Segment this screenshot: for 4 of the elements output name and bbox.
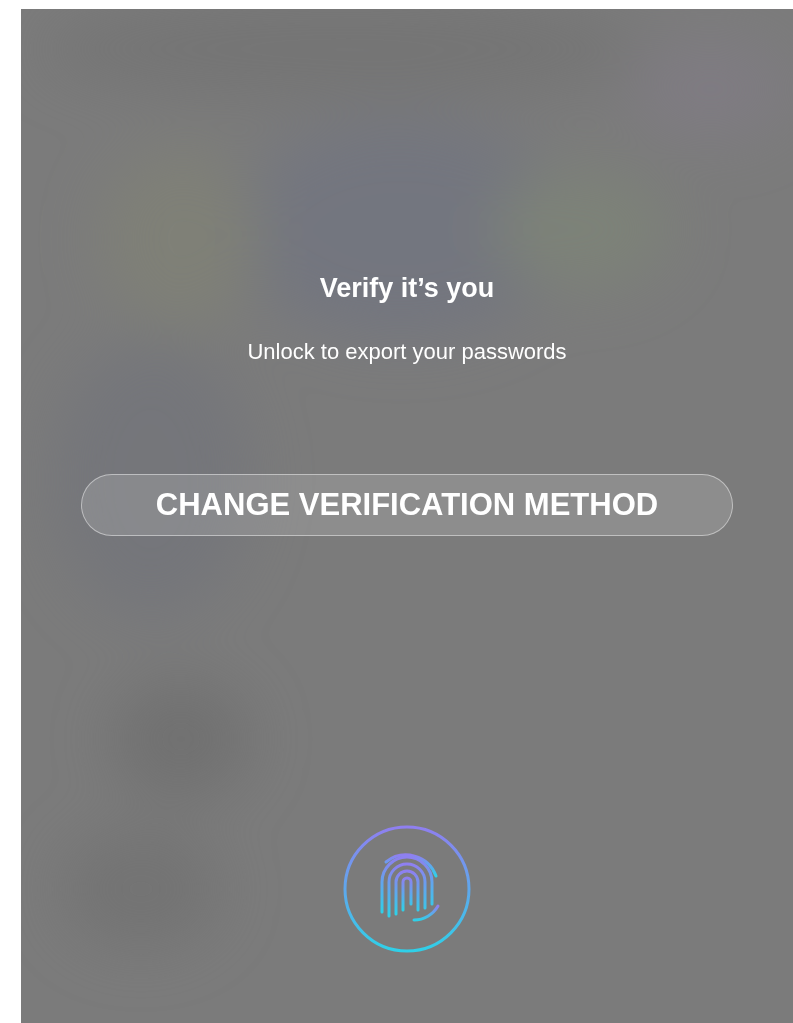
fingerprint-icon[interactable] — [342, 823, 472, 954]
dialog-title: Verify it’s you — [319, 272, 495, 305]
change-verification-method-button[interactable]: CHANGE VERIFICATION METHOD — [81, 473, 733, 536]
dialog-subtitle: Unlock to export your passwords — [247, 338, 567, 367]
